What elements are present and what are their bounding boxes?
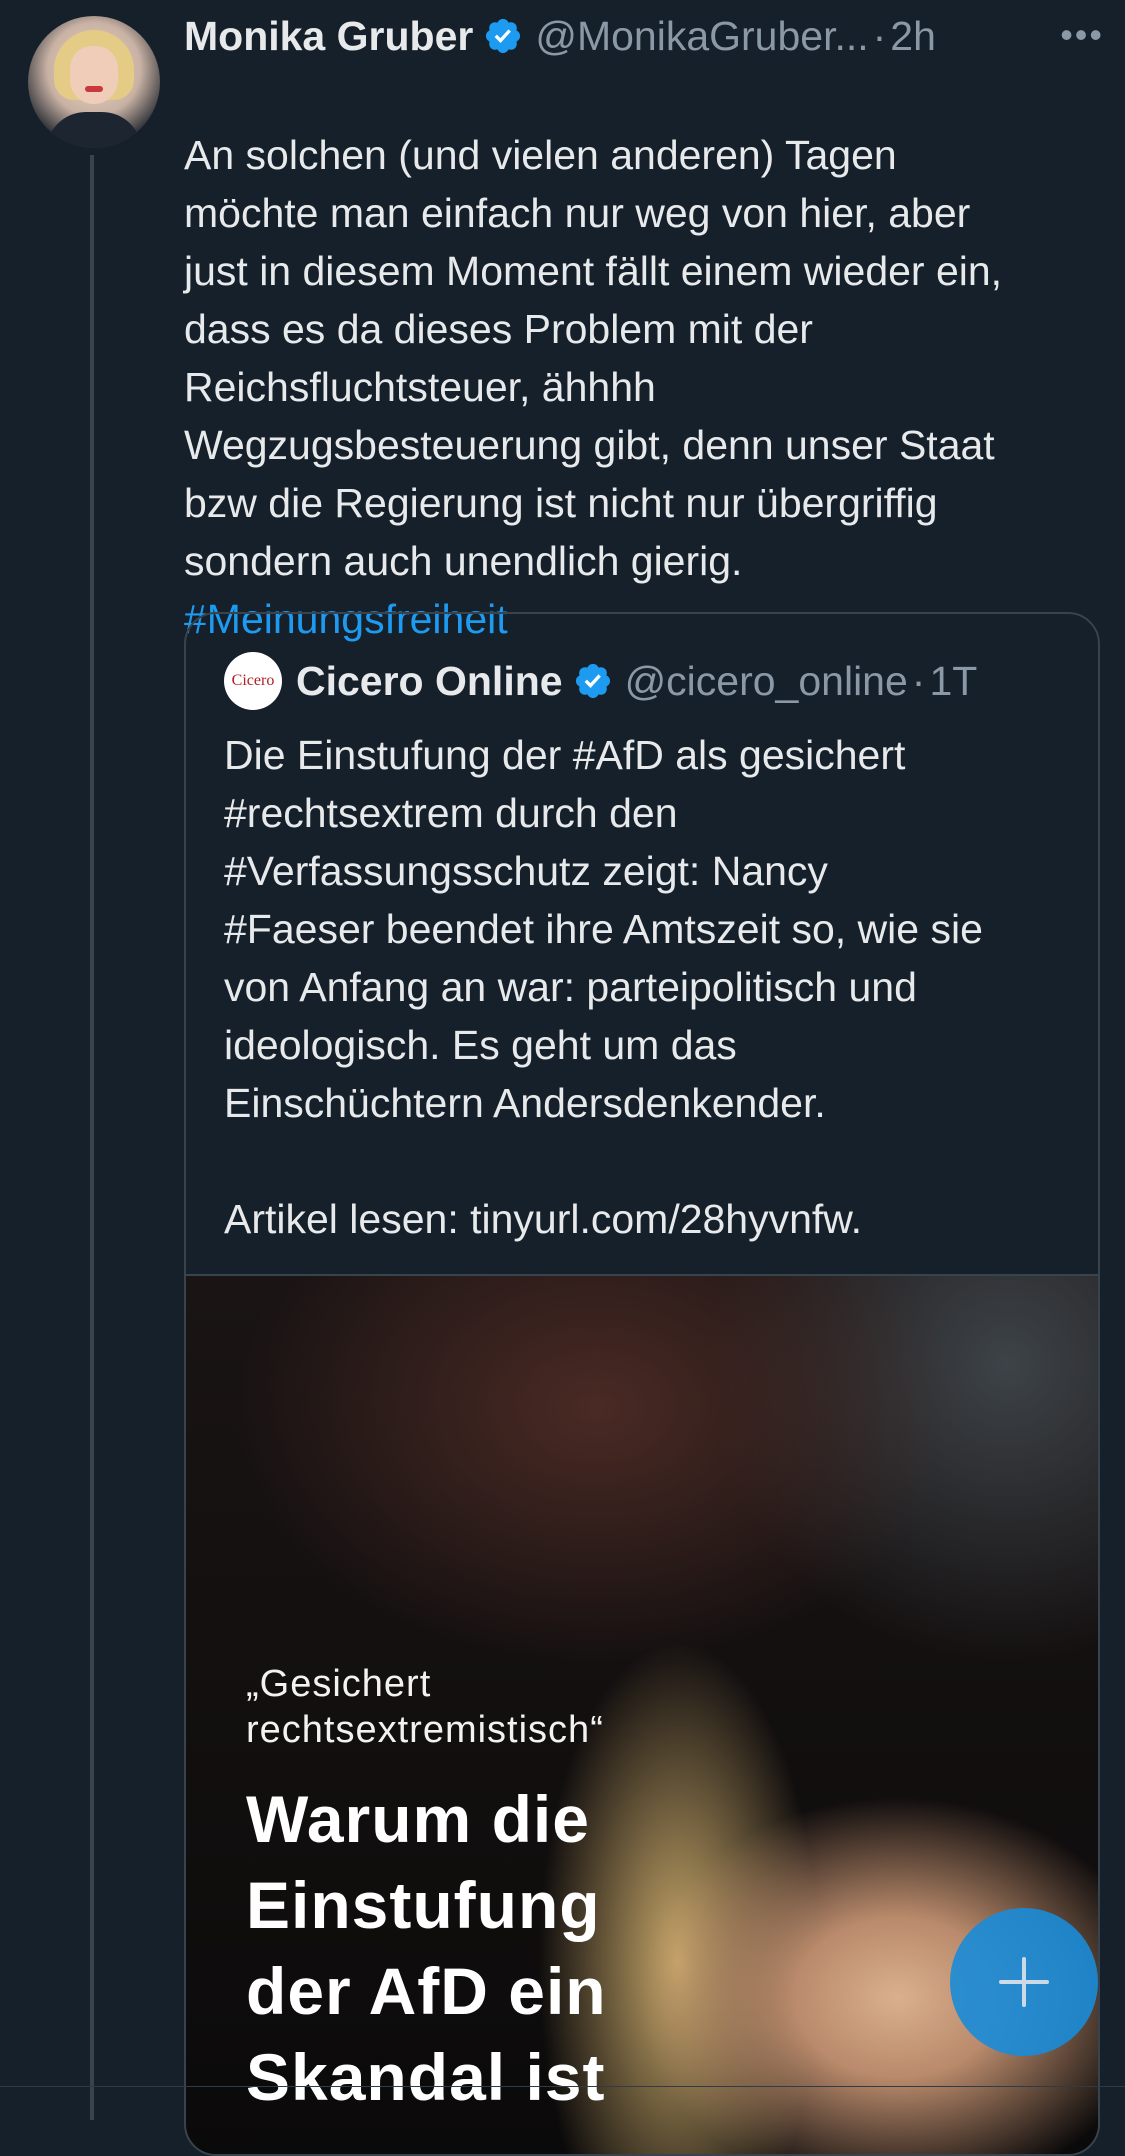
- thread-connector-line: [90, 155, 94, 2120]
- quoted-tweet-timestamp[interactable]: 1T: [929, 658, 977, 705]
- quoted-tweet-header: Cicero Cicero Online @cicero_online · 1T: [224, 652, 977, 710]
- author-name[interactable]: Monika Gruber: [184, 13, 473, 60]
- quoted-author-avatar[interactable]: Cicero: [224, 652, 282, 710]
- image-subtitle: „Gesichert rechtsextremistisch“: [246, 1663, 604, 1751]
- more-options-icon[interactable]: •••: [1060, 14, 1104, 56]
- author-avatar[interactable]: [28, 16, 160, 148]
- quoted-author-name[interactable]: Cicero Online: [296, 658, 563, 705]
- tweet-text: An solchen (und vielen anderen) Tagen mö…: [184, 132, 1003, 584]
- verified-badge-icon: [575, 663, 610, 699]
- image-headline: Warum die Einstufung der AfD ein Skandal…: [246, 1782, 607, 2114]
- avatar-body: [46, 112, 142, 148]
- separator-dot: ·: [911, 657, 926, 704]
- quoted-tweet-image[interactable]: „Gesichert rechtsextremistisch“ Warum di…: [186, 1274, 1098, 2154]
- author-handle[interactable]: @MonikaGruber...: [535, 13, 868, 60]
- quoted-author-handle[interactable]: @cicero_online: [625, 658, 908, 705]
- plus-icon: [999, 1957, 1049, 2007]
- quoted-tweet-text: Die Einstufung der #AfD als gesichert #r…: [224, 732, 983, 1242]
- quoted-tweet-card[interactable]: Cicero Cicero Online @cicero_online · 1T…: [184, 612, 1100, 2156]
- avatar-lips: [85, 86, 103, 92]
- tweet-body: An solchen (und vielen anderen) Tagen mö…: [184, 68, 1104, 706]
- tweet-timestamp[interactable]: 2h: [890, 13, 936, 60]
- quoted-avatar-logo-text: Cicero: [231, 672, 275, 689]
- compose-tweet-button[interactable]: [950, 1908, 1098, 2056]
- verified-badge-icon: [486, 18, 521, 54]
- bottom-divider: [0, 2086, 1125, 2087]
- avatar-face: [70, 46, 118, 104]
- tweet-header: Monika Gruber @MonikaGruber... · 2h •••: [184, 8, 1104, 64]
- separator-dot: ·: [872, 12, 887, 59]
